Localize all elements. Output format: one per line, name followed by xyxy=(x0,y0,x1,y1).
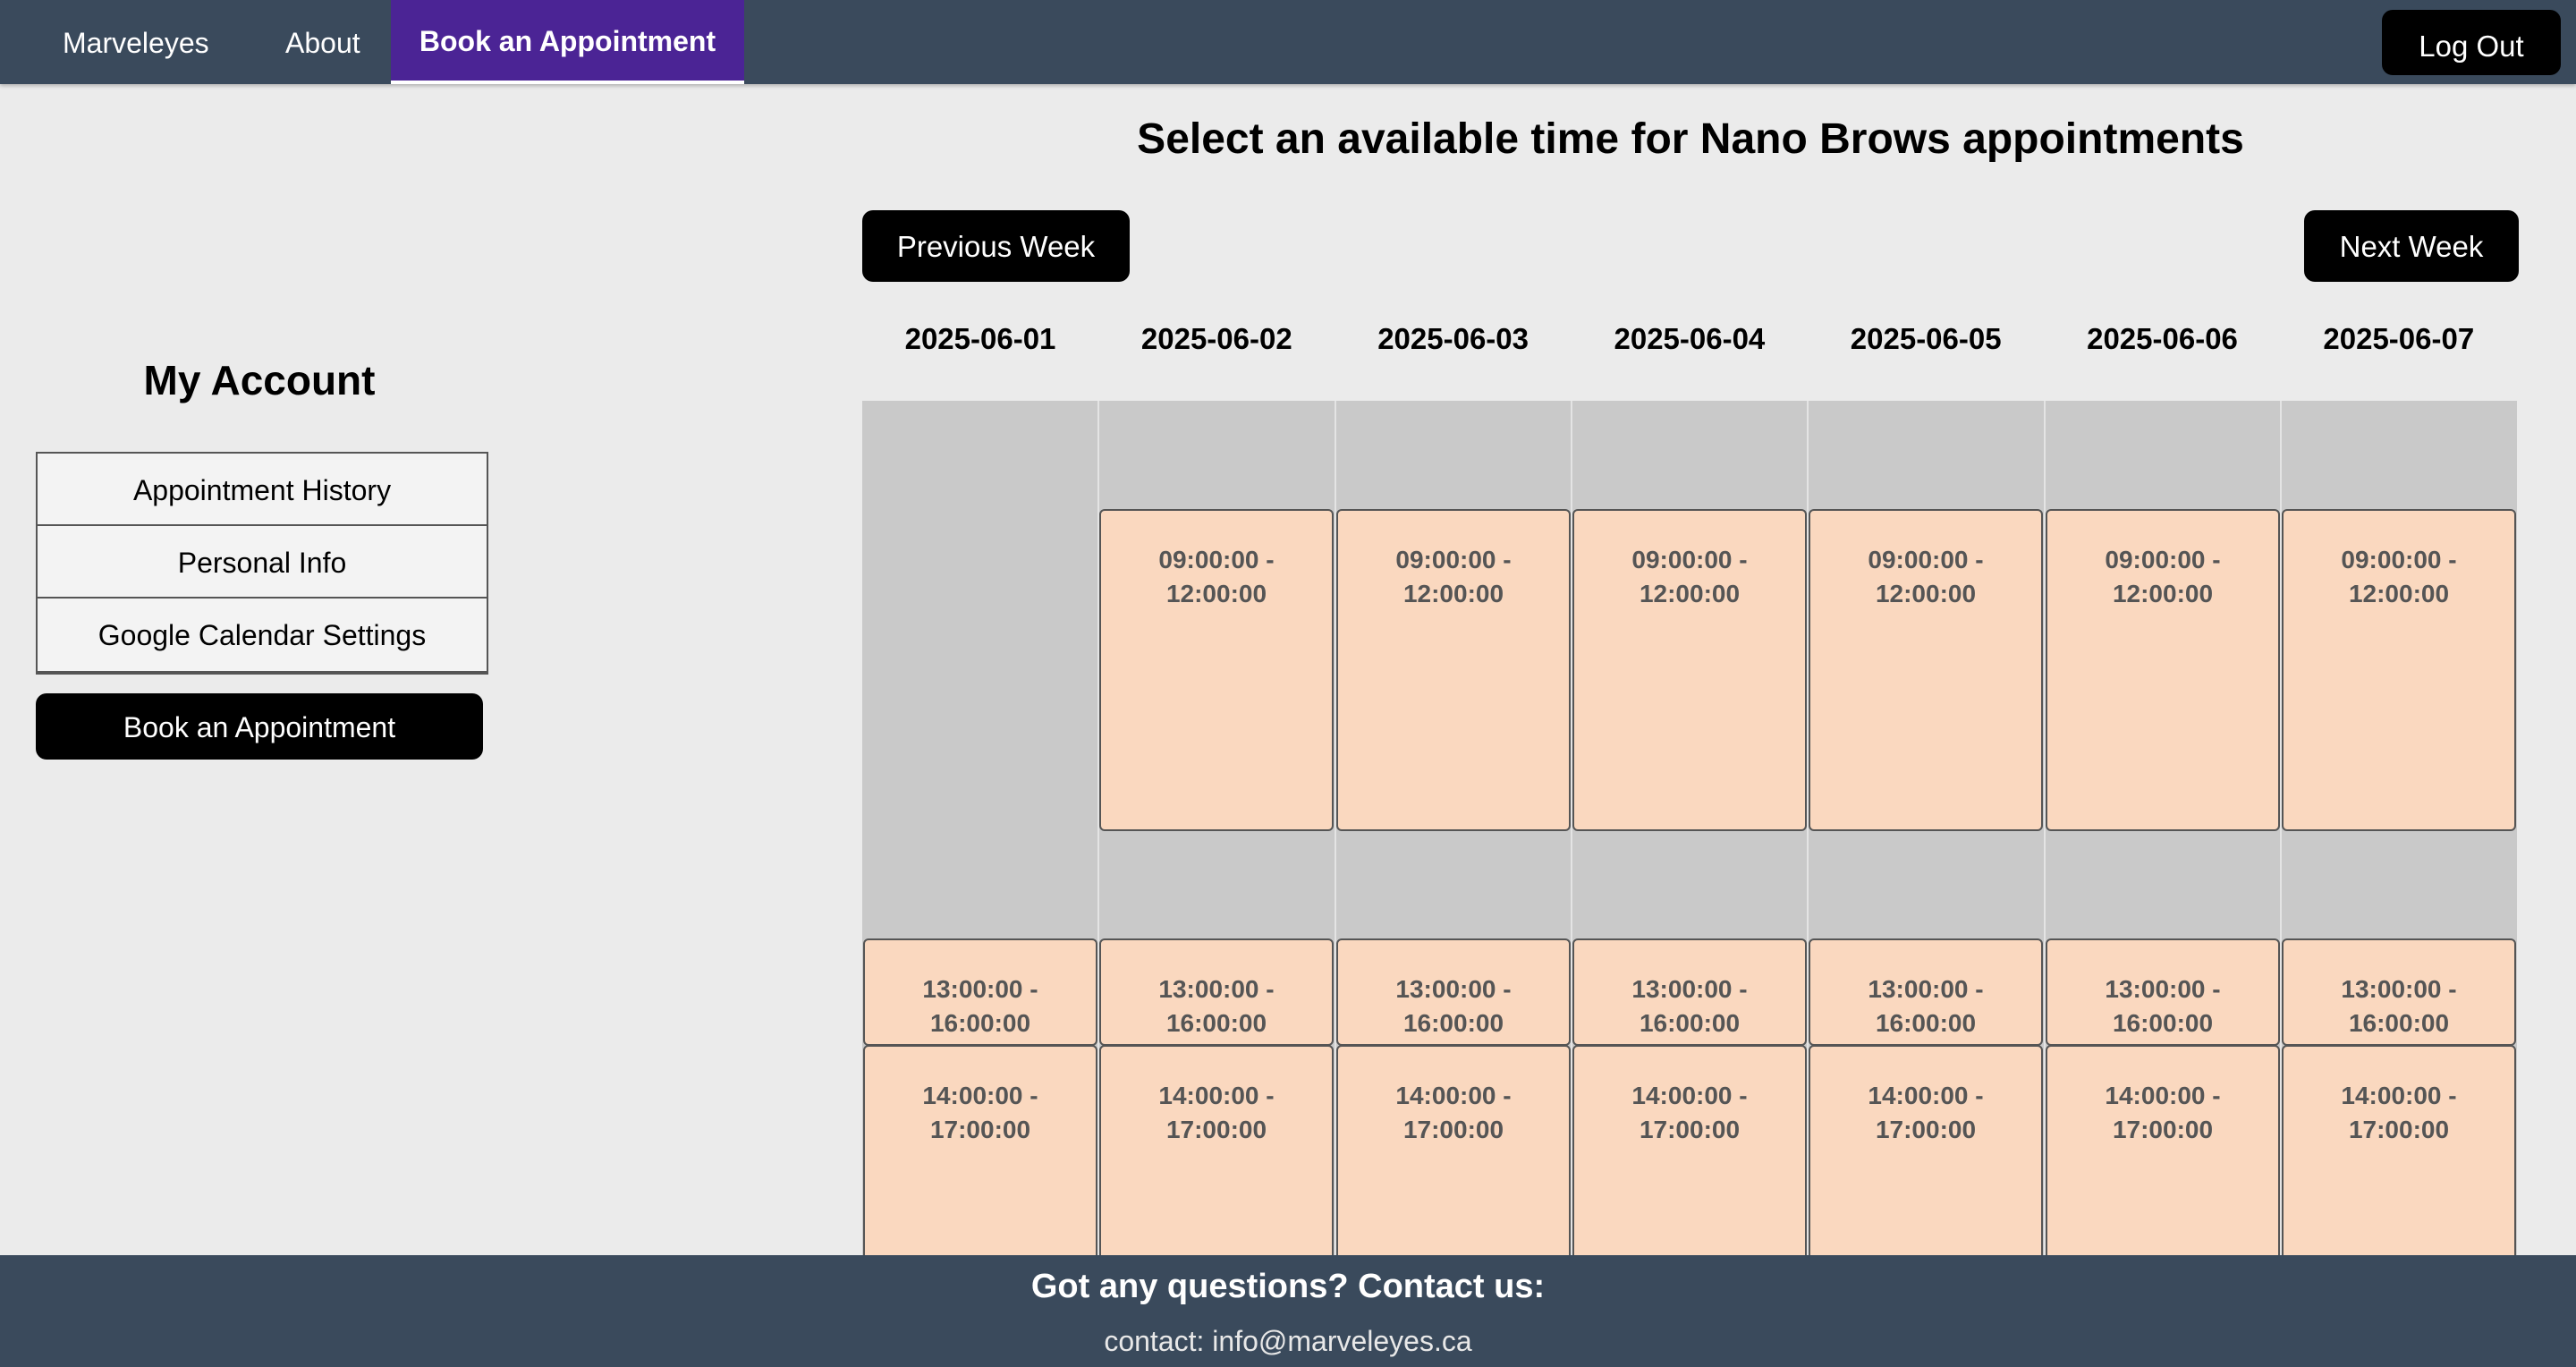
slot-end-time: 12:00:00 xyxy=(1639,580,1741,607)
time-slot[interactable]: 13:00:00 - 16:00:00 xyxy=(1099,938,1334,1046)
menu-item-google-calendar-settings[interactable]: Google Calendar Settings xyxy=(38,599,487,673)
slot-end-time: 12:00:00 xyxy=(2348,580,2450,607)
slot-start-time: 13:00:00 - xyxy=(2341,975,2457,1003)
time-slot[interactable]: 09:00:00 - 12:00:00 xyxy=(1572,509,1807,831)
time-slot[interactable]: 14:00:00 - 17:00:00 xyxy=(1099,1045,1334,1255)
time-slot[interactable]: 14:00:00 - 17:00:00 xyxy=(863,1045,1097,1255)
slot-end-time: 17:00:00 xyxy=(2112,1116,2214,1143)
nav-book-appointment-tab[interactable]: Book an Appointment xyxy=(391,0,744,84)
slot-start-time: 13:00:00 - xyxy=(2105,975,2221,1003)
slot-end-time: 16:00:00 xyxy=(1402,1009,1504,1037)
slot-start-time: 14:00:00 - xyxy=(922,1082,1038,1109)
slot-start-time: 14:00:00 - xyxy=(1631,1082,1748,1109)
time-slot[interactable]: 09:00:00 - 12:00:00 xyxy=(1336,509,1571,831)
slot-start-time: 09:00:00 - xyxy=(1158,546,1275,573)
footer-contact: contact: info@marveleyes.ca xyxy=(1104,1325,1472,1357)
slot-start-time: 09:00:00 - xyxy=(1395,546,1512,573)
book-appointment-button[interactable]: Book an Appointment xyxy=(36,693,483,760)
menu-item-appointment-history[interactable]: Appointment History xyxy=(38,454,487,526)
slot-start-time: 13:00:00 - xyxy=(1868,975,1984,1003)
slot-end-time: 16:00:00 xyxy=(2348,1009,2450,1037)
slot-start-time: 14:00:00 - xyxy=(2105,1082,2221,1109)
slot-end-time: 12:00:00 xyxy=(2112,580,2214,607)
nav-about-link[interactable]: About xyxy=(285,0,360,84)
slot-start-time: 09:00:00 - xyxy=(1631,546,1748,573)
slot-end-time: 12:00:00 xyxy=(1402,580,1504,607)
day-header: 2025-06-04 xyxy=(1614,322,1766,355)
nav-brand-link[interactable]: Marveleyes xyxy=(63,0,209,84)
slot-end-time: 17:00:00 xyxy=(929,1116,1031,1143)
calendar-grid: 13:00:00 - 16:00:00 14:00:00 - 17:00:00 09:0… xyxy=(862,401,2517,1255)
slot-start-time: 09:00:00 - xyxy=(2105,546,2221,573)
slot-end-time: 16:00:00 xyxy=(1875,1009,1977,1037)
day-header: 2025-06-02 xyxy=(1140,322,1292,355)
time-slot[interactable]: 14:00:00 - 17:00:00 xyxy=(2282,1045,2516,1255)
time-slot[interactable]: 09:00:00 - 12:00:00 xyxy=(2282,509,2516,831)
previous-week-button[interactable]: Previous Week xyxy=(862,210,1130,282)
time-slot[interactable]: 14:00:00 - 17:00:00 xyxy=(1572,1045,1807,1255)
menu-item-personal-info[interactable]: Personal Info xyxy=(38,526,487,599)
time-slot[interactable]: 13:00:00 - 16:00:00 xyxy=(1572,938,1807,1046)
time-slot[interactable]: 09:00:00 - 12:00:00 xyxy=(1099,509,1334,831)
footer: Got any questions? Contact us: contact: … xyxy=(0,1255,2576,1367)
time-slot[interactable]: 14:00:00 - 17:00:00 xyxy=(1809,1045,2043,1255)
slot-start-time: 14:00:00 - xyxy=(1395,1082,1512,1109)
slot-end-time: 17:00:00 xyxy=(1875,1116,1977,1143)
day-header: 2025-06-01 xyxy=(904,322,1056,355)
slot-end-time: 17:00:00 xyxy=(1402,1116,1504,1143)
slot-end-time: 12:00:00 xyxy=(1165,580,1267,607)
slot-start-time: 13:00:00 - xyxy=(1631,975,1748,1003)
slot-end-time: 16:00:00 xyxy=(929,1009,1031,1037)
slot-start-time: 09:00:00 - xyxy=(1868,546,1984,573)
slot-start-time: 13:00:00 - xyxy=(1158,975,1275,1003)
day-header: 2025-06-05 xyxy=(1850,322,2002,355)
time-slot[interactable]: 13:00:00 - 16:00:00 xyxy=(1336,938,1571,1046)
time-slot[interactable]: 14:00:00 - 17:00:00 xyxy=(2046,1045,2280,1255)
my-account-title: My Account xyxy=(143,357,376,403)
account-menu: Appointment History Personal Info Google… xyxy=(36,452,488,675)
slot-end-time: 16:00:00 xyxy=(1639,1009,1741,1037)
slot-end-time: 17:00:00 xyxy=(1165,1116,1267,1143)
footer-title: Got any questions? Contact us: xyxy=(1030,1268,1546,1305)
slot-end-time: 17:00:00 xyxy=(2348,1116,2450,1143)
slot-end-time: 16:00:00 xyxy=(1165,1009,1267,1037)
day-header: 2025-06-03 xyxy=(1377,322,1529,355)
logout-button[interactable]: Log Out xyxy=(2382,10,2561,75)
time-slot[interactable]: 14:00:00 - 17:00:00 xyxy=(1336,1045,1571,1255)
slot-start-time: 13:00:00 - xyxy=(922,975,1038,1003)
time-slot[interactable]: 13:00:00 - 16:00:00 xyxy=(2282,938,2516,1046)
page-title: Select an available time for Nano Brows … xyxy=(1137,115,2244,163)
slot-end-time: 12:00:00 xyxy=(1875,580,1977,607)
slot-start-time: 14:00:00 - xyxy=(1868,1082,1984,1109)
time-slot[interactable]: 13:00:00 - 16:00:00 xyxy=(863,938,1097,1046)
day-header: 2025-06-07 xyxy=(2323,322,2475,355)
slot-end-time: 17:00:00 xyxy=(1639,1116,1741,1143)
slot-start-time: 14:00:00 - xyxy=(1158,1082,1275,1109)
slot-start-time: 13:00:00 - xyxy=(1395,975,1512,1003)
time-slot[interactable]: 09:00:00 - 12:00:00 xyxy=(2046,509,2280,831)
slot-start-time: 09:00:00 - xyxy=(2341,546,2457,573)
slot-start-time: 14:00:00 - xyxy=(2341,1082,2457,1109)
top-nav: Marveleyes About Book an Appointment Log… xyxy=(0,0,2576,84)
time-slot[interactable]: 13:00:00 - 16:00:00 xyxy=(1809,938,2043,1046)
next-week-button[interactable]: Next Week xyxy=(2304,210,2519,282)
time-slot[interactable]: 13:00:00 - 16:00:00 xyxy=(2046,938,2280,1046)
slot-end-time: 16:00:00 xyxy=(2112,1009,2214,1037)
time-slot[interactable]: 09:00:00 - 12:00:00 xyxy=(1809,509,2043,831)
day-header: 2025-06-06 xyxy=(2087,322,2238,355)
